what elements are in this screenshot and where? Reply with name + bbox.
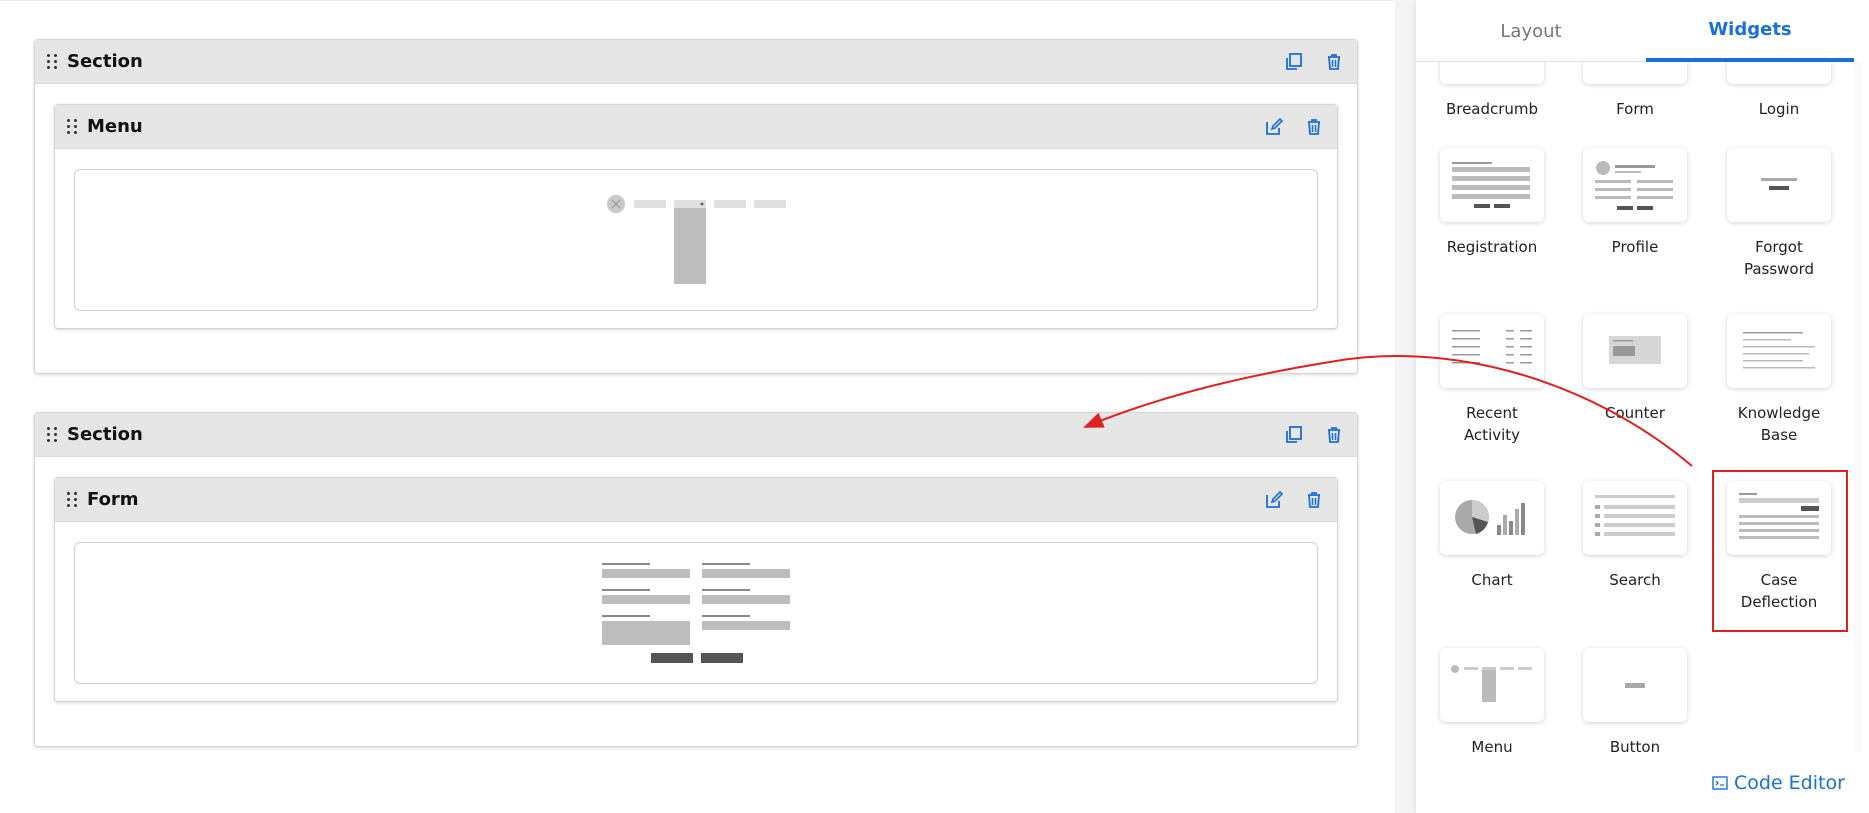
tiles-scrollbar[interactable] (1854, 62, 1862, 752)
form-preview (74, 542, 1318, 684)
widget-tiles: Breadcrumb Form Login Registration Profi… (1416, 62, 1854, 752)
widget-header: Menu (55, 105, 1337, 149)
widgets-panel: Layout Widgets Breadcrumb Form Login Reg… (1415, 0, 1869, 813)
edit-icon[interactable] (1263, 489, 1285, 511)
menu-preview (74, 169, 1318, 311)
page-builder: Section Menu Section Form Layout Widgets… (0, 0, 1869, 813)
knowledge-base-thumbnail (1727, 314, 1831, 388)
section-1[interactable]: Section Menu (34, 39, 1358, 374)
tile-recent-activity[interactable]: Recent Activity (1440, 314, 1544, 446)
delete-icon[interactable] (1323, 51, 1345, 73)
chart-thumbnail (1440, 481, 1544, 555)
tile-menu[interactable]: Menu (1440, 648, 1544, 752)
delete-icon[interactable] (1323, 424, 1345, 446)
code-editor-link[interactable]: Code Editor (1712, 772, 1845, 794)
delete-icon[interactable] (1303, 116, 1325, 138)
widget-title: Form (87, 489, 139, 510)
tile-breadcrumb[interactable]: Breadcrumb (1440, 62, 1544, 120)
section-title: Section (67, 51, 143, 72)
tile-label: Login (1758, 100, 1800, 118)
copy-icon[interactable] (1283, 51, 1305, 73)
tile-knowledge-base[interactable]: Knowledge Base (1727, 314, 1831, 446)
section-header: Section (35, 40, 1357, 84)
tile-forgot-password[interactable]: Forgot Password (1727, 148, 1831, 280)
edit-icon[interactable] (1263, 116, 1285, 138)
search-thumbnail (1583, 481, 1687, 555)
button-thumbnail (1583, 648, 1687, 722)
form-preview-graphic (602, 563, 790, 663)
section-2[interactable]: Section Form (34, 412, 1358, 747)
menu-widget[interactable]: Menu (54, 104, 1338, 329)
login-thumbnail (1727, 62, 1831, 84)
delete-icon[interactable] (1303, 489, 1325, 511)
tile-chart[interactable]: Chart (1440, 481, 1544, 591)
tile-registration[interactable]: Registration (1440, 148, 1544, 258)
terminal-icon (1712, 776, 1728, 790)
tab-layout[interactable]: Layout (1416, 0, 1646, 62)
tile-search[interactable]: Search (1583, 481, 1687, 591)
tile-label: Search (1609, 571, 1661, 589)
menu-preview-graphic (607, 195, 786, 284)
tile-label: Form (1616, 100, 1654, 118)
section-title: Section (67, 424, 143, 445)
form-widget[interactable]: Form (54, 477, 1338, 702)
annotation-highlight-box (1712, 470, 1848, 632)
tile-label: Forgot Password (1743, 238, 1815, 278)
widget-header: Form (55, 478, 1337, 522)
tile-profile[interactable]: Profile (1583, 148, 1687, 258)
panel-tabs: Layout Widgets (1416, 0, 1854, 62)
profile-thumbnail (1583, 148, 1687, 222)
tile-label: Menu (1471, 738, 1513, 752)
tile-login[interactable]: Login (1727, 62, 1831, 120)
tile-label: Chart (1471, 571, 1513, 589)
code-editor-label: Code Editor (1734, 772, 1845, 794)
copy-icon[interactable] (1283, 424, 1305, 446)
panel-divider (1395, 0, 1415, 813)
drag-handle-icon[interactable] (67, 118, 79, 136)
tile-label: Recent Activity (1463, 404, 1521, 444)
canvas: Section Menu Section Form (0, 0, 1395, 813)
form-thumbnail (1583, 62, 1687, 84)
tile-label: Knowledge Base (1737, 404, 1821, 444)
breadcrumb-thumbnail (1440, 62, 1544, 84)
tile-label: Registration (1446, 238, 1538, 256)
tile-label: Counter (1605, 404, 1665, 422)
tile-form[interactable]: Form (1583, 62, 1687, 120)
tile-label: Profile (1611, 238, 1659, 256)
tile-button[interactable]: Button (1583, 648, 1687, 752)
counter-thumbnail (1583, 314, 1687, 388)
widget-title: Menu (87, 116, 143, 137)
drag-handle-icon[interactable] (67, 491, 79, 509)
menu-thumbnail (1440, 648, 1544, 722)
section-header: Section (35, 413, 1357, 457)
forgot-password-thumbnail (1727, 148, 1831, 222)
drag-handle-icon[interactable] (47, 53, 59, 71)
drag-handle-icon[interactable] (47, 426, 59, 444)
tile-label: Button (1609, 738, 1661, 752)
tab-widgets[interactable]: Widgets (1646, 0, 1854, 62)
tile-counter[interactable]: Counter (1583, 314, 1687, 424)
registration-thumbnail (1440, 148, 1544, 222)
recent-activity-thumbnail (1440, 314, 1544, 388)
tile-label: Breadcrumb (1445, 100, 1539, 118)
